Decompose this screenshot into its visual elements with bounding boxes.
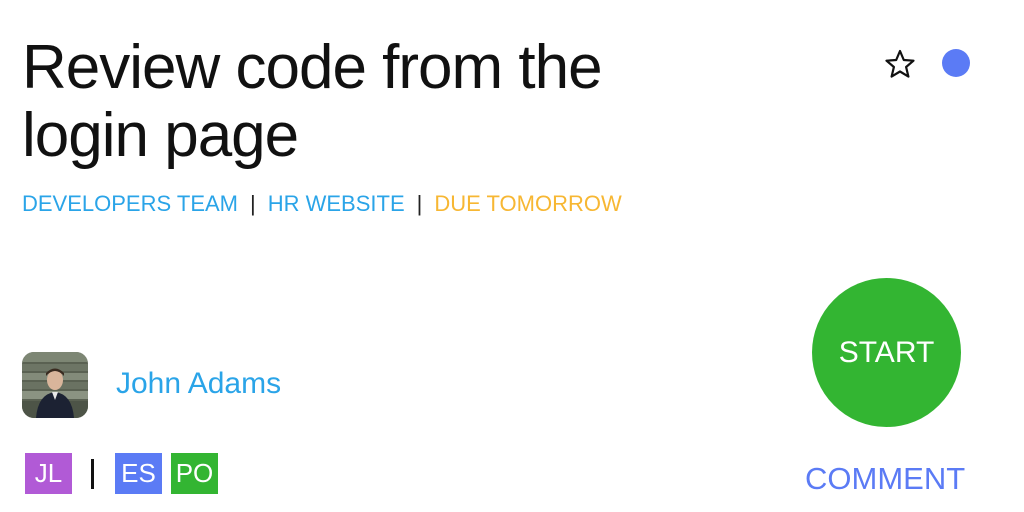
collaborator-badge-jl[interactable]: JL [25,453,72,494]
collaborator-divider [91,458,94,489]
meta-separator: | [416,191,423,216]
task-card: Review code from the login page DEVELOPE… [0,0,1024,512]
status-dot [942,49,970,77]
team-label[interactable]: DEVELOPERS TEAM [22,191,238,217]
task-meta: DEVELOPERS TEAM | HR WEBSITE | DUE TOMOR… [22,191,622,217]
collaborator-list: JL ES PO [25,453,218,494]
collaborator-badge-po[interactable]: PO [171,453,218,494]
due-date-label: DUE TOMORROW [434,191,622,216]
task-title: Review code from the login page [22,33,603,170]
comment-button[interactable]: COMMENT [805,460,965,498]
project-label[interactable]: HR WEBSITE [268,191,405,217]
star-icon[interactable] [884,48,916,80]
collaborator-badge-es[interactable]: ES [115,453,162,494]
meta-separator: | [250,191,256,216]
start-button[interactable]: START [812,278,961,427]
avatar[interactable] [22,352,88,418]
assignee-name[interactable]: John Adams [116,366,281,402]
